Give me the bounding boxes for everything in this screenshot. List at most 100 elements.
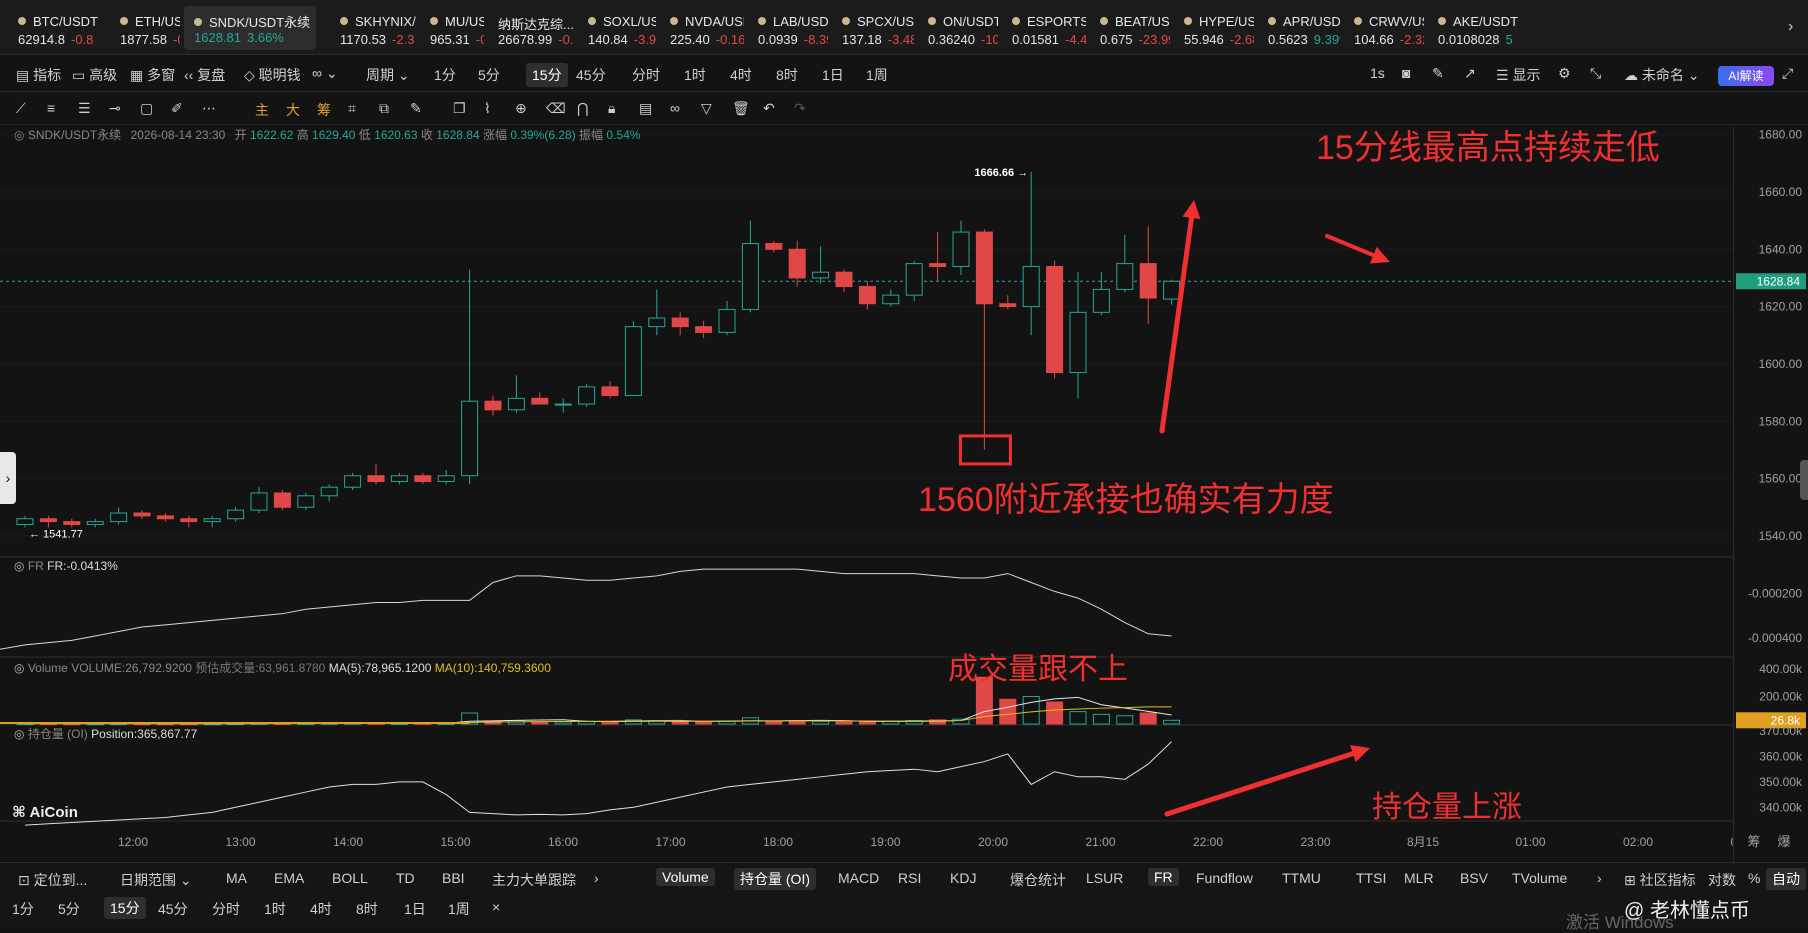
interval-1[interactable]: 5分 [478, 65, 500, 85]
volume-bar[interactable] [1163, 719, 1181, 725]
candle-body[interactable] [788, 248, 806, 279]
rectangle-icon[interactable]: ▢ [140, 100, 153, 117]
candle-body[interactable] [507, 397, 525, 411]
candle-body[interactable] [671, 317, 689, 328]
candle-body[interactable] [1046, 265, 1064, 374]
axis-icon-0[interactable]: 筹 [1747, 834, 1760, 850]
link-icon[interactable]: ∞ [670, 100, 680, 116]
period-dropdown[interactable]: 周期 ⌄ [366, 65, 410, 85]
eraser-icon[interactable]: ⌫ [546, 100, 566, 117]
sidebar-toggle[interactable]: › [0, 452, 16, 504]
bottom-interval-1[interactable]: 5分 [58, 899, 80, 919]
candle-body[interactable] [133, 512, 151, 517]
bottom-interval-5[interactable]: 1时 [264, 899, 286, 919]
ticker-16[interactable]: AKE/USDT 0.0108028 5 [1428, 8, 1528, 52]
ticker-10[interactable]: ON/USDT 0.36240 -10 [918, 8, 998, 52]
ticker-1[interactable]: ETH/USDT 1877.58 -0.4 [110, 8, 180, 52]
candle-body[interactable] [156, 515, 174, 520]
candle-body[interactable] [203, 518, 221, 523]
chevron-right-icon[interactable]: › [594, 870, 599, 886]
candle-body[interactable] [227, 509, 245, 520]
interval-5[interactable]: 1时 [684, 65, 706, 85]
ticker-2[interactable]: SNDK/USDT永续 1628.81 3.66% [184, 6, 316, 50]
ticker-0[interactable]: BTC/USDT 62914.8 -0.8 [8, 8, 106, 52]
volume-bar[interactable] [835, 721, 853, 725]
layers-icon[interactable]: ⧉ [379, 100, 389, 117]
parallel-line-icon[interactable]: ≡ [47, 100, 55, 116]
bottom-interval-3[interactable]: 45分 [158, 899, 188, 919]
volume-bar[interactable] [1116, 715, 1134, 725]
percent-scale-toggle[interactable]: % [1748, 870, 1760, 886]
volume-bar[interactable] [1046, 701, 1064, 725]
sub-indicator-7[interactable]: FR [1148, 868, 1179, 886]
candle-body[interactable] [297, 495, 315, 508]
camera-icon[interactable]: ◙ [1402, 65, 1410, 81]
log-scale-toggle[interactable]: 对数 [1708, 870, 1736, 890]
horizontal-lines-icon[interactable]: ☰ [78, 100, 91, 117]
ticker-7[interactable]: NVDA/USD 225.40 -0.16 [660, 8, 744, 52]
smart-money-button[interactable]: ◇ 聪明钱 [244, 65, 301, 85]
candle-body[interactable] [1022, 265, 1040, 308]
candle-body[interactable] [624, 326, 642, 396]
chart-svg[interactable]: 1666.66 → ← 1541.77 12:00 13:00 14:00 15:00 16… [0, 126, 1761, 862]
volume-bar[interactable] [1022, 696, 1040, 725]
candle-body[interactable] [344, 475, 362, 488]
candle-body[interactable] [39, 518, 57, 523]
candle-body[interactable] [1116, 263, 1134, 290]
sub-indicator-10[interactable]: TTSI [1356, 870, 1386, 886]
candle-body[interactable] [1139, 263, 1157, 299]
main-indicator-2[interactable]: BOLL [332, 870, 368, 886]
main-indicator-0[interactable]: MA [226, 870, 247, 886]
volume-bar[interactable] [554, 721, 572, 725]
trash-icon[interactable]: 🗑︎ [732, 100, 750, 117]
locate-button[interactable]: ⊡ 定位到... [18, 870, 87, 890]
candle-body[interactable] [858, 286, 876, 305]
magnet-icon[interactable]: ⋂ [577, 100, 588, 117]
interval-0[interactable]: 1分 [434, 65, 456, 85]
lock-icon[interactable]: 🔒︎ [608, 100, 615, 117]
indicator-button[interactable]: ▤ 指标 [16, 65, 61, 85]
sub-indicator-1[interactable]: 持仓量 (OI) [734, 868, 816, 890]
replay-button[interactable]: ‹‹ 复盘 [184, 65, 225, 85]
interval-8[interactable]: 1日 [822, 65, 844, 85]
pen-icon[interactable]: ✎ [1432, 65, 1444, 82]
bottom-interval-7[interactable]: 8时 [356, 899, 378, 919]
date-range-dropdown[interactable]: 日期范围 ⌄ [120, 870, 192, 890]
ticker-3[interactable]: SKHYNIX/1170.53 -2.3 [330, 8, 416, 52]
candle-body[interactable] [461, 400, 479, 477]
sub-indicator-13[interactable]: TVolume [1512, 870, 1567, 886]
bottom-interval-4[interactable]: 分时 [212, 899, 240, 919]
drawing-tool-9[interactable]: 筹 [317, 100, 331, 120]
realtime-1s[interactable]: 1s [1370, 65, 1385, 81]
candle-body[interactable] [110, 512, 128, 523]
candle-body[interactable] [531, 397, 549, 405]
sub-indicator-11[interactable]: MLR [1404, 870, 1434, 886]
volume-bar[interactable] [1069, 711, 1087, 725]
more-tools-icon[interactable]: ∞ ⌄ [312, 65, 338, 82]
fullscreen-icon[interactable]: ⤡ [1590, 65, 1601, 82]
expand-icon[interactable]: ⤢ [1782, 65, 1793, 82]
trend-line-icon[interactable]: ⟋ [16, 100, 26, 117]
volume-bar[interactable] [695, 721, 713, 725]
candle-body[interactable] [63, 521, 81, 525]
candle-body[interactable] [250, 492, 268, 511]
sub-indicator-2[interactable]: MACD [838, 870, 879, 886]
main-indicator-5[interactable]: 主力大单跟踪 [492, 870, 576, 890]
bottom-interval-8[interactable]: 1日 [404, 899, 426, 919]
candle-body[interactable] [718, 308, 736, 333]
candle-body[interactable] [975, 231, 993, 305]
main-indicator-3[interactable]: TD [396, 870, 415, 886]
interval-6[interactable]: 4时 [730, 65, 752, 85]
sub-indicator-3[interactable]: RSI [898, 870, 921, 886]
auto-scale-toggle[interactable]: 自动 [1766, 868, 1806, 890]
sub-indicator-5[interactable]: 爆仓统计 [1010, 870, 1066, 890]
volume-bar[interactable] [999, 698, 1017, 725]
sub-indicator-8[interactable]: Fundflow [1196, 870, 1253, 886]
interval-9[interactable]: 1周 [866, 65, 888, 85]
sub-indicator-4[interactable]: KDJ [950, 870, 976, 886]
interval-3[interactable]: 45分 [576, 65, 606, 85]
candle-body[interactable] [578, 386, 596, 405]
candle-body[interactable] [1163, 280, 1181, 300]
volume-bar[interactable] [1139, 712, 1157, 725]
edit-icon[interactable]: ✎ [410, 100, 422, 117]
